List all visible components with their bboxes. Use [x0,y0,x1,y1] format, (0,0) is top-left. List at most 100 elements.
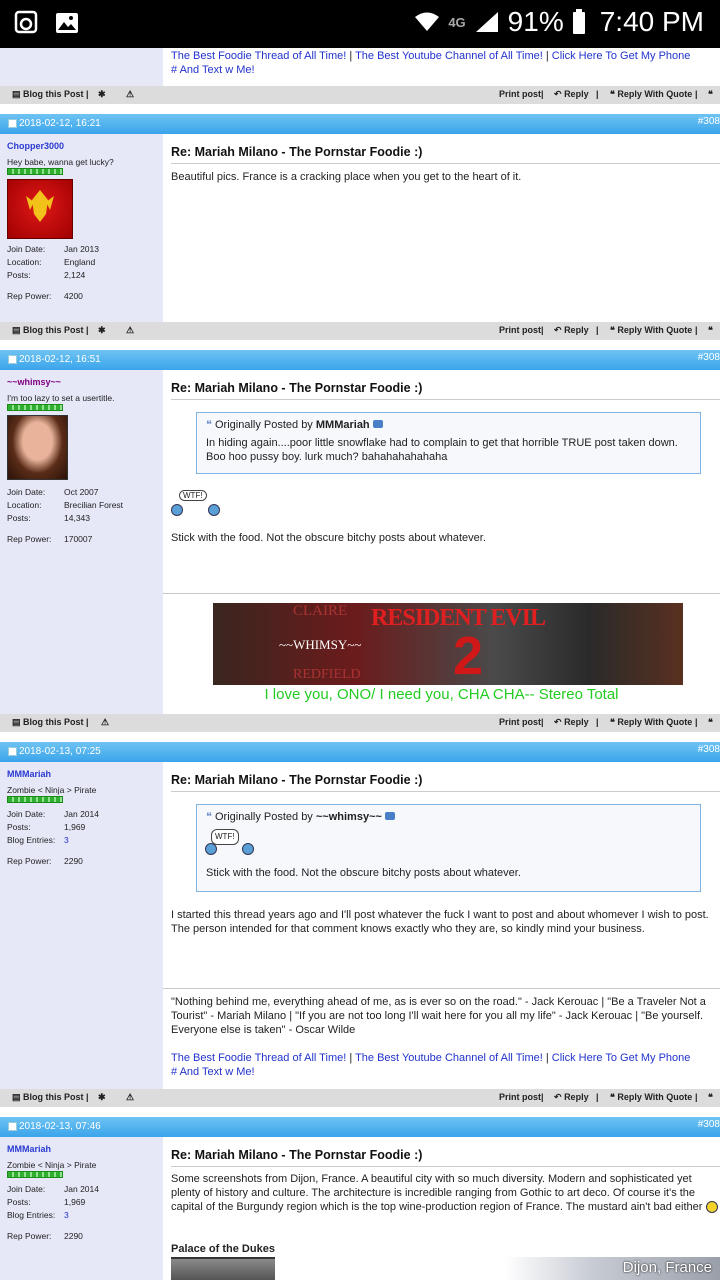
post-number[interactable]: #308 [698,116,720,127]
print-post-button[interactable]: Print post [499,717,541,727]
phone-link[interactable]: Click Here To Get My Phone [552,1052,691,1064]
username[interactable]: MMMariah [7,1144,51,1154]
foodie-thread-link[interactable]: The Best Foodie Thread of All Time! [171,1052,346,1064]
quote-header: ❝ Originally Posted by ~~whimsy~~ [206,810,395,824]
post-number[interactable]: #308 [698,1119,720,1130]
dijon-photo[interactable]: Dijon, France [505,1257,720,1280]
clock: 7:40 PM [599,6,704,37]
rep-power: 2290 [64,1231,83,1241]
wtf-bubble: WTF! [211,829,239,845]
reply-button[interactable]: ↶ Reply [554,89,589,100]
post-date-bar: 2018-02-12, 16:51 #308 [0,350,720,370]
quote-box: ❝ Originally Posted by MMMariah In hidin… [196,412,701,474]
multiquote-icon[interactable]: ❝ [708,1092,713,1103]
reply-quote-label: Reply With Quote [617,717,693,727]
quote-icon: ❝ [610,89,615,99]
report-icon[interactable]: ⚠ [126,1092,134,1103]
reply-button[interactable]: ↶ Reply [554,717,589,728]
separator: | [695,717,698,727]
reply-with-quote-button[interactable]: ❝ Reply With Quote [610,325,692,336]
post-checkbox[interactable] [8,1122,17,1131]
username[interactable]: MMMariah [7,769,51,779]
avatar[interactable] [7,415,68,480]
blog-post-button[interactable]: ▤ Blog this Post [12,325,84,336]
blog-post-button[interactable]: ▤ Blog this Post [12,89,84,100]
banner-text: ~~WHIMSY~~ [279,637,362,652]
reply-icon: ↶ [554,1092,562,1102]
multiquote-icon[interactable]: ❝ [708,325,713,336]
quote-author[interactable]: MMMariah [316,419,370,431]
posts-label: Posts: [7,822,31,832]
banner-text: REDFIELD [293,667,361,682]
post-text: Beautiful pics. France is a cracking pla… [171,171,522,183]
title-divider [171,163,720,164]
multiquote-icon[interactable]: ❝ [708,717,713,728]
report-icon[interactable]: ⚠ [101,717,109,728]
text-me-link[interactable]: # And Text w Me! [171,1066,255,1078]
view-post-icon[interactable] [384,812,395,820]
separator: | [596,717,599,727]
smiley-icon [242,843,254,855]
reply-label: Reply [564,1092,589,1102]
separator: | [349,50,353,62]
reply-with-quote-button[interactable]: ❝ Reply With Quote [610,89,692,100]
post-checkbox[interactable] [8,355,17,364]
location-label: Location: [7,257,42,267]
multiquote-icon[interactable]: ❝ [708,89,713,100]
report-icon[interactable]: ⚠ [126,325,134,336]
youtube-link[interactable]: The Best Youtube Channel of All Time! [355,50,543,62]
phone-link[interactable]: Click Here To Get My Phone [552,50,691,62]
username[interactable]: ~~whimsy~~ [7,377,61,387]
posts-label: Posts: [7,270,31,280]
blog-post-button[interactable]: ▤ Blog this Post [12,1092,84,1103]
post-checkbox[interactable] [8,119,17,128]
star-icon[interactable]: ✱ [98,1092,106,1103]
battery-icon [572,9,585,34]
reply-quote-label: Reply With Quote [617,325,693,335]
view-post-icon[interactable] [372,420,383,428]
username[interactable]: Chopper3000 [7,141,64,151]
star-icon[interactable]: ✱ [98,325,106,336]
reputation-bar [7,404,63,411]
print-post-button[interactable]: Print post [499,1092,541,1102]
youtube-link[interactable]: The Best Youtube Channel of All Time! [355,1052,543,1064]
star-icon[interactable]: ✱ [98,89,106,100]
reply-with-quote-button[interactable]: ❝ Reply With Quote [610,1092,692,1103]
join-date-label: Join Date: [7,487,46,497]
print-post-button[interactable]: Print post [499,325,541,335]
originally-posted-label: Originally Posted by [214,811,313,823]
palace-photo[interactable] [171,1257,275,1280]
print-post-button[interactable]: Print post [499,89,541,99]
post-number[interactable]: #308 [698,744,720,755]
post-controls: ▤ Blog this Post | ✱ ⚠ Print post | ↶ Re… [0,1089,720,1107]
wifi-icon [415,12,440,31]
post-number[interactable]: #308 [698,352,720,363]
separator: | [541,325,544,335]
text-me-link[interactable]: # And Text w Me! [171,64,255,76]
separator: | [541,89,544,99]
post-count: 14,343 [64,513,90,523]
posts-label: Posts: [7,513,31,523]
post-date-bar: 2018-02-13, 07:46 #308 [0,1117,720,1137]
post-count: 1,969 [64,822,86,832]
reply-with-quote-button[interactable]: ❝ Reply With Quote [610,717,692,728]
reply-button[interactable]: ↶ Reply [554,325,589,336]
blog-post-button[interactable]: ▤ Blog this Post [12,717,84,728]
quote-author[interactable]: ~~whimsy~~ [316,811,382,823]
reply-label: Reply [564,717,589,727]
separator: | [695,89,698,99]
blog-entries-link[interactable]: 3 [64,1209,69,1222]
report-icon[interactable]: ⚠ [126,89,134,100]
reply-label: Reply [564,89,589,99]
post-checkbox[interactable] [8,747,17,756]
quote-icon: ❝ [610,325,615,335]
wtf-smiley: WTF! [171,490,231,518]
blog-entries-link[interactable]: 3 [64,834,69,847]
avatar[interactable] [7,179,73,239]
smiley-icon [205,843,217,855]
reply-button[interactable]: ↶ Reply [554,1092,589,1103]
quote-header: ❝ Originally Posted by MMMariah [206,418,383,432]
rep-power-label: Rep Power: [7,1231,52,1241]
foodie-thread-link[interactable]: The Best Foodie Thread of All Time! [171,50,346,62]
reputation-bar [7,796,63,803]
